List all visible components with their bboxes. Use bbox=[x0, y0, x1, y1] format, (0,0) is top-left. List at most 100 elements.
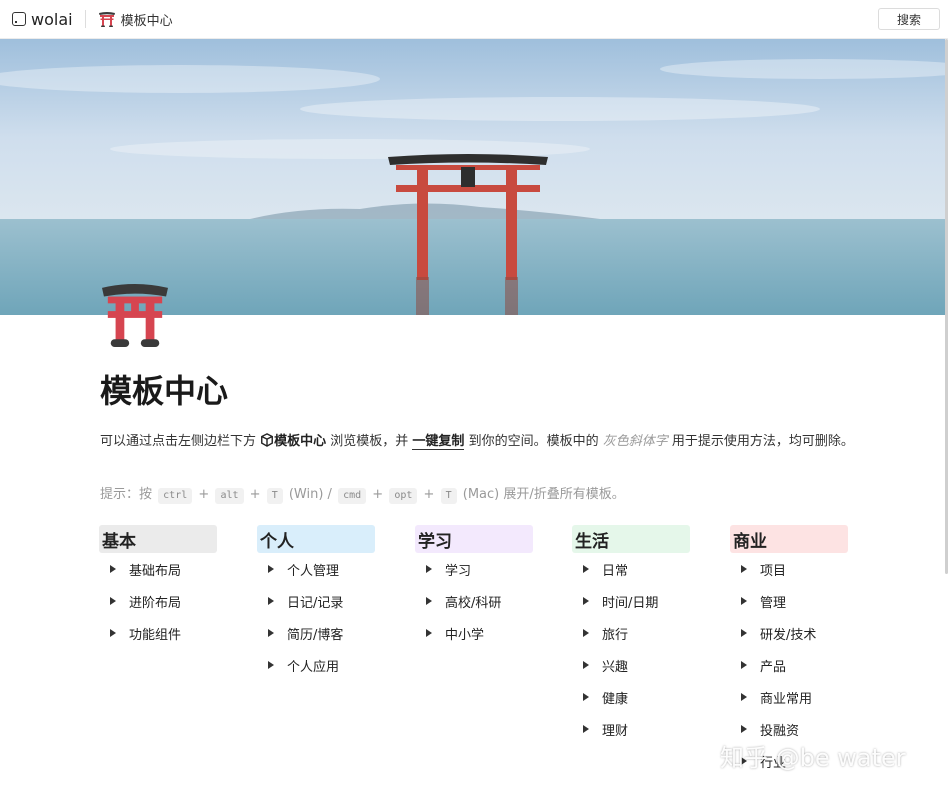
triangle-right-icon[interactable] bbox=[583, 661, 589, 669]
toggle-item-label: 健康 bbox=[602, 691, 629, 707]
desc-text: 到你的空间。模板中的 bbox=[464, 434, 603, 449]
toggle-item[interactable]: 日记/记录 bbox=[257, 585, 375, 617]
page-description: 可以通过点击左侧边栏下方 模板中心 浏览模板，并 一键复制 到你的空间。模板中的… bbox=[100, 431, 860, 453]
tip-plus: + bbox=[423, 487, 435, 502]
desc-text: 浏览模板，并 bbox=[326, 434, 413, 449]
toggle-item[interactable]: 理财 bbox=[572, 713, 690, 745]
toggle-item-label: 投融资 bbox=[760, 723, 800, 739]
app-logo[interactable]: wolai bbox=[12, 10, 73, 29]
tip-plus: + bbox=[249, 487, 261, 502]
toggle-item[interactable]: 简历/博客 bbox=[257, 617, 375, 649]
triangle-right-icon[interactable] bbox=[741, 661, 747, 669]
toggle-item-label: 管理 bbox=[760, 595, 787, 611]
triangle-right-icon[interactable] bbox=[426, 629, 432, 637]
search-button[interactable]: 搜索 bbox=[878, 8, 940, 30]
triangle-right-icon[interactable] bbox=[741, 693, 747, 701]
triangle-right-icon[interactable] bbox=[741, 565, 747, 573]
toggle-item[interactable]: 产品 bbox=[730, 649, 848, 681]
toggle-item[interactable]: 商业常用 bbox=[730, 681, 848, 713]
triangle-right-icon[interactable] bbox=[741, 725, 747, 733]
triangle-right-icon[interactable] bbox=[110, 629, 116, 637]
shortcut-tip: 提示：按 ctrl + alt + T (Win) / cmd + opt + … bbox=[100, 486, 625, 504]
page-title: 模板中心 bbox=[100, 372, 229, 410]
breadcrumb-label: 模板中心 bbox=[120, 13, 173, 29]
torii-gate-icon bbox=[102, 283, 168, 348]
toggle-item-label: 功能组件 bbox=[129, 627, 182, 643]
toggle-item[interactable]: 学习 bbox=[415, 553, 533, 585]
toggle-item-label: 兴趣 bbox=[602, 659, 629, 675]
toggle-item-label: 理财 bbox=[602, 723, 629, 739]
toggle-item[interactable]: 个人管理 bbox=[257, 553, 375, 585]
triangle-right-icon[interactable] bbox=[426, 565, 432, 573]
tip-suffix: (Mac) 展开/折叠所有模板。 bbox=[462, 487, 625, 502]
category-column-basic: 基本 基础布局 进阶布局 功能组件 bbox=[99, 525, 217, 649]
toggle-item-label: 简历/博客 bbox=[287, 627, 344, 643]
toggle-item[interactable]: 旅行 bbox=[572, 617, 690, 649]
toggle-item-label: 时间/日期 bbox=[602, 595, 659, 611]
triangle-right-icon[interactable] bbox=[268, 597, 274, 605]
category-heading: 生活 bbox=[572, 525, 690, 553]
toggle-item[interactable]: 个人应用 bbox=[257, 649, 375, 681]
tip-plus: + bbox=[372, 487, 384, 502]
triangle-right-icon[interactable] bbox=[268, 565, 274, 573]
toggle-item[interactable]: 中小学 bbox=[415, 617, 533, 649]
key-ctrl: ctrl bbox=[158, 488, 193, 504]
toggle-item[interactable]: 日常 bbox=[572, 553, 690, 585]
toggle-item-label: 日记/记录 bbox=[287, 595, 344, 611]
category-heading: 学习 bbox=[415, 525, 533, 553]
template-center-link[interactable]: 模板中心 bbox=[274, 434, 326, 449]
toggle-item-label: 高校/科研 bbox=[445, 595, 502, 611]
toggle-item-label: 学习 bbox=[445, 563, 472, 579]
key-t: T bbox=[266, 488, 283, 504]
category-column-study: 学习 学习 高校/科研 中小学 bbox=[415, 525, 533, 649]
toggle-item-label: 研发/技术 bbox=[760, 627, 817, 643]
toggle-item-label: 基础布局 bbox=[129, 563, 182, 579]
toggle-item[interactable]: 时间/日期 bbox=[572, 585, 690, 617]
triangle-right-icon[interactable] bbox=[741, 597, 747, 605]
app-name: wolai bbox=[31, 9, 73, 29]
toggle-item-label: 个人管理 bbox=[287, 563, 340, 579]
toggle-item-label: 日常 bbox=[602, 563, 629, 579]
top-bar: wolai 模板中心 搜索 bbox=[0, 0, 948, 39]
toggle-item[interactable]: 进阶布局 bbox=[99, 585, 217, 617]
triangle-right-icon[interactable] bbox=[583, 629, 589, 637]
toggle-item[interactable]: 管理 bbox=[730, 585, 848, 617]
toggle-item-label: 项目 bbox=[760, 563, 787, 579]
triangle-right-icon[interactable] bbox=[110, 565, 116, 573]
triangle-right-icon[interactable] bbox=[741, 629, 747, 637]
key-t: T bbox=[440, 488, 457, 504]
toggle-item[interactable]: 兴趣 bbox=[572, 649, 690, 681]
toggle-item[interactable]: 功能组件 bbox=[99, 617, 217, 649]
divider bbox=[84, 10, 86, 28]
triangle-right-icon[interactable] bbox=[583, 693, 589, 701]
toggle-list: 学习 高校/科研 中小学 bbox=[415, 553, 533, 649]
desc-text: 可以通过点击左侧边栏下方 bbox=[100, 434, 261, 449]
toggle-item-label: 进阶布局 bbox=[129, 595, 182, 611]
one-click-copy-text: 一键复制 bbox=[412, 434, 465, 450]
category-heading: 基本 bbox=[99, 525, 217, 553]
tip-prefix: 提示：按 bbox=[100, 487, 153, 502]
toggle-item[interactable]: 高校/科研 bbox=[415, 585, 533, 617]
category-column-life: 生活 日常 时间/日期 旅行 兴趣 健康 理财 bbox=[572, 525, 690, 745]
key-alt: alt bbox=[215, 488, 244, 504]
toggle-item[interactable]: 健康 bbox=[572, 681, 690, 713]
gray-italic-text: 灰色斜体字 bbox=[602, 434, 668, 449]
triangle-right-icon[interactable] bbox=[583, 725, 589, 733]
triangle-right-icon[interactable] bbox=[583, 597, 589, 605]
toggle-item[interactable]: 研发/技术 bbox=[730, 617, 848, 649]
toggle-item-label: 中小学 bbox=[445, 627, 485, 643]
cube-icon bbox=[261, 433, 274, 447]
toggle-list: 个人管理 日记/记录 简历/博客 个人应用 bbox=[257, 553, 375, 681]
triangle-right-icon[interactable] bbox=[268, 629, 274, 637]
triangle-right-icon[interactable] bbox=[426, 597, 432, 605]
watermark: 知乎 @be water bbox=[720, 744, 906, 772]
toggle-item[interactable]: 基础布局 bbox=[99, 553, 217, 585]
triangle-right-icon[interactable] bbox=[268, 661, 274, 669]
toggle-item[interactable]: 项目 bbox=[730, 553, 848, 585]
triangle-right-icon[interactable] bbox=[583, 565, 589, 573]
toggle-list: 基础布局 进阶布局 功能组件 bbox=[99, 553, 217, 649]
toggle-item-label: 商业常用 bbox=[760, 691, 813, 707]
breadcrumb[interactable]: 模板中心 bbox=[98, 10, 173, 29]
torii-gate-icon bbox=[98, 12, 115, 27]
triangle-right-icon[interactable] bbox=[110, 597, 116, 605]
